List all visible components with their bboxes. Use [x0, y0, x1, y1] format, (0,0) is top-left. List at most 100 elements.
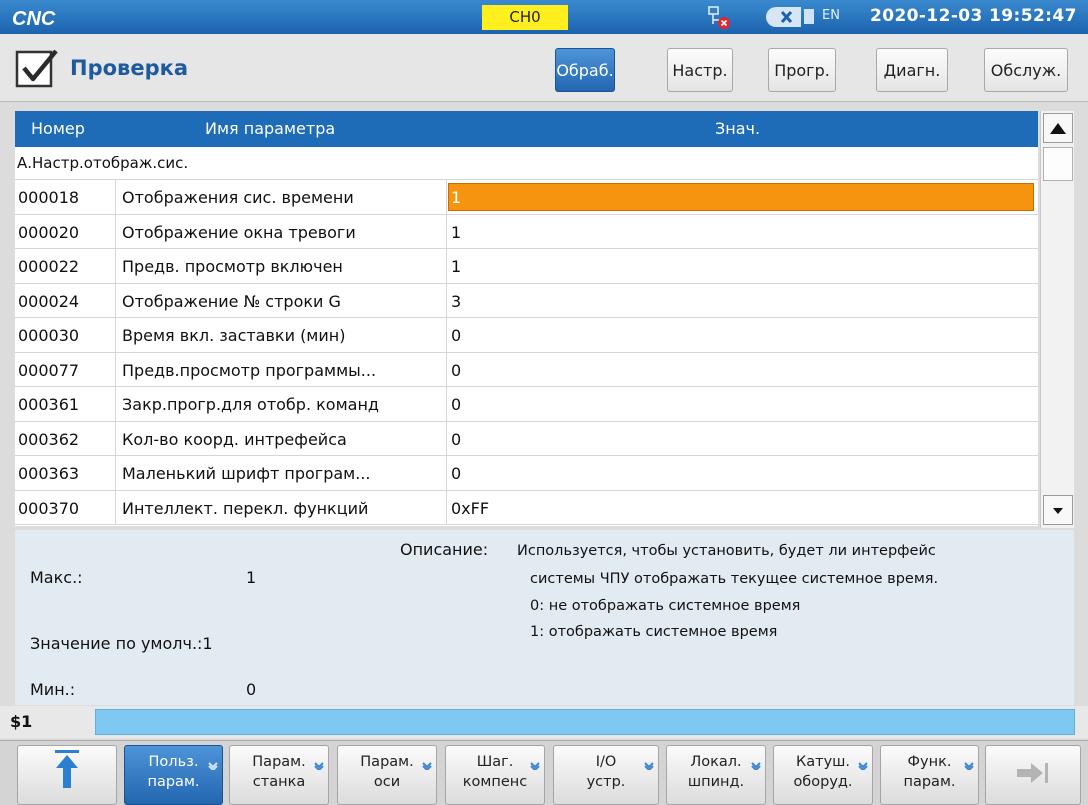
table-row[interactable]: 000370 Интеллект. перекл. функций 0xFF [15, 490, 1038, 525]
table-row[interactable]: 000362 Кол-во коорд. интрефейса 0 [15, 421, 1038, 456]
softkey-label: компенс [462, 774, 528, 790]
param-name: Закр.прогр.для отобр. команд [122, 395, 379, 414]
description-label: Описание: [400, 540, 489, 559]
param-number: 000022 [18, 257, 80, 276]
param-value[interactable]: 1 [451, 223, 461, 242]
chevron-down-icon [751, 762, 761, 770]
scroll-down-button[interactable] [1043, 495, 1073, 525]
language-icon [804, 9, 814, 24]
header-value: Знач. [715, 119, 761, 138]
chevron-down-icon [858, 762, 868, 770]
close-icon[interactable] [765, 6, 801, 28]
min-value: 0 [246, 680, 257, 699]
param-name: Кол-во коорд. интрефейса [122, 429, 347, 449]
command-input[interactable] [95, 709, 1075, 735]
chevron-down-icon [964, 762, 974, 770]
param-name: Отображение окна тревоги [122, 222, 356, 242]
header-param-name: Имя параметра [205, 119, 336, 138]
param-number: 000362 [18, 429, 80, 449]
param-info-panel: Макс.: 1 Значение по умолч.:1 Мин.: 0 Оп… [15, 530, 1074, 705]
softkey-coil-equipment[interactable]: Катуш. оборуд. [773, 745, 873, 805]
param-value[interactable]: 0xFF [451, 499, 489, 518]
table-row[interactable]: 000361 Закр.прогр.для отобр. команд 0 [15, 387, 1038, 422]
param-name: Маленький шрифт програм... [122, 464, 371, 483]
table-header: Номер Имя параметра Знач. [15, 111, 1038, 147]
softkey-local-spindle[interactable]: Локал. шпинд. [666, 745, 766, 805]
network-disconnected-icon [708, 6, 730, 29]
param-value[interactable]: 3 [451, 292, 461, 311]
page-top-button[interactable] [17, 745, 117, 805]
parameter-table: Номер Имя параметра Знач. А.Настр.отобра… [15, 111, 1038, 526]
table-scrollbar[interactable] [1040, 111, 1074, 528]
description-line: 1: отображать системное время [530, 624, 778, 640]
table-row[interactable]: 000020 Отображение окна тревоги 1 [15, 214, 1038, 249]
title-bar: Проверка Обраб. Настр. Прогр. Диагн. Обс… [0, 34, 1088, 102]
softkey-label: оборуд. [793, 774, 853, 790]
arrow-down-icon [1053, 508, 1063, 514]
description-line: системы ЧПУ отображать текущее системное… [530, 571, 939, 587]
param-value[interactable]: 0 [451, 361, 461, 380]
softkey-pitch-compensation[interactable]: Шаг. компенс [445, 745, 545, 805]
table-row[interactable]: 000024 Отображение № строки G 3 [15, 283, 1038, 318]
selected-value-cell[interactable] [448, 183, 1034, 211]
softkey-bar: Польз. парам. Парам. станка Парам. оси Ш… [0, 740, 1088, 805]
chevron-down-icon [644, 762, 654, 770]
arrow-up-icon [1050, 123, 1066, 134]
next-page-button[interactable] [985, 745, 1081, 805]
softkey-machine-params[interactable]: Парам. станка [229, 745, 329, 805]
softkey-user-params[interactable]: Польз. парам. [124, 745, 223, 805]
language-label[interactable]: EN [822, 8, 840, 23]
softkey-label: шпинд. [687, 774, 745, 790]
softkey-label: I/O [595, 754, 617, 770]
cnc-logo: CNC [12, 8, 56, 28]
description-line: 0: не отображать системное время [530, 598, 801, 614]
softkey-label: устр. [586, 774, 626, 790]
param-number: 000363 [18, 464, 80, 483]
tab-program[interactable]: Прогр. [768, 48, 836, 92]
description-line: Используется, чтобы установить, будет ли… [517, 543, 936, 559]
param-number: 000077 [18, 360, 80, 380]
param-value[interactable]: 1 [451, 188, 461, 207]
param-number: 000024 [18, 291, 80, 311]
tab-processing[interactable]: Обраб. [555, 48, 615, 92]
param-name: Предв. просмотр включен [122, 257, 343, 276]
scroll-up-button[interactable] [1043, 113, 1073, 143]
tab-diagnostics[interactable]: Диагн. [876, 48, 948, 92]
scroll-thumb[interactable] [1043, 147, 1073, 181]
tab-setup[interactable]: Настр. [667, 48, 733, 92]
command-prompt: $1 [10, 712, 33, 731]
param-value[interactable]: 0 [451, 395, 461, 414]
status-bar: CNC CH0 EN 2020-12-03 19:52:47 [0, 0, 1088, 34]
table-row[interactable]: 000363 Маленький шрифт програм... 0 [15, 456, 1038, 491]
channel-badge[interactable]: CH0 [482, 5, 568, 30]
chevron-down-icon [208, 762, 218, 770]
max-label: Макс.: [30, 568, 83, 587]
param-value[interactable]: 0 [451, 326, 461, 345]
command-line: $1 [0, 706, 1088, 738]
softkey-io-devices[interactable]: I/O устр. [553, 745, 659, 805]
softkey-axis-params[interactable]: Парам. оси [337, 745, 437, 805]
tab-maintenance[interactable]: Обслуж. [984, 48, 1068, 92]
min-label: Мин.: [30, 680, 76, 699]
table-row[interactable]: 000018 Отображения сис. времени 1 [15, 180, 1038, 215]
param-name: Время вкл. заставки (мин) [122, 326, 346, 345]
param-value[interactable]: 0 [451, 430, 461, 449]
param-number: 000361 [18, 395, 80, 414]
param-number: 000370 [18, 498, 80, 518]
chevron-down-icon [422, 762, 432, 770]
checkbox-check-icon [15, 49, 58, 88]
table-row[interactable]: 000077 Предв.просмотр программы... 0 [15, 352, 1038, 387]
table-row[interactable]: 000022 Предв. просмотр включен 1 [15, 249, 1038, 284]
param-value[interactable]: 0 [451, 464, 461, 483]
softkey-label: парам. [147, 774, 200, 790]
chevron-down-icon [314, 762, 324, 770]
softkey-function-params[interactable]: Функ. парам. [880, 745, 979, 805]
param-number: 000030 [18, 326, 80, 345]
default-label: Значение по умолч.:1 [30, 634, 213, 653]
arrow-right-to-end-icon [1017, 763, 1048, 783]
group-row[interactable]: А.Настр.отображ.сис. [15, 147, 1038, 180]
table-row[interactable]: 000030 Время вкл. заставки (мин) 0 [15, 318, 1038, 353]
param-value[interactable]: 1 [451, 257, 461, 276]
svg-text:CNC: CNC [12, 8, 56, 28]
param-number: 000018 [18, 188, 80, 207]
